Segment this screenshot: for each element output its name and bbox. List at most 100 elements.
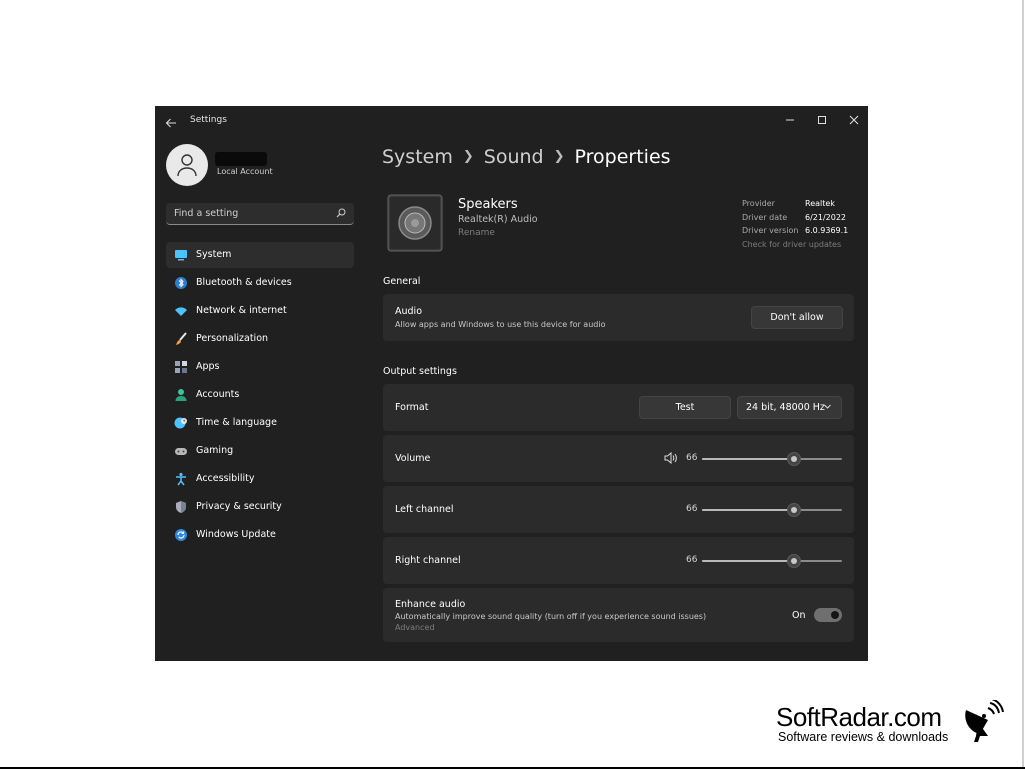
driver-date-label: Driver date xyxy=(742,213,788,222)
back-button[interactable] xyxy=(165,114,181,130)
person-icon xyxy=(175,389,187,401)
volume-label: Volume xyxy=(395,453,431,464)
back-arrow-icon xyxy=(165,118,176,128)
username-redacted xyxy=(215,152,267,166)
right-channel-label: Right channel xyxy=(395,555,461,566)
general-section-title: General xyxy=(383,276,421,287)
sidebar-item-label: Accounts xyxy=(196,389,240,400)
account-type: Local Account xyxy=(217,167,273,176)
bluetooth-icon xyxy=(175,277,187,289)
sidebar-item-network[interactable]: Network & internet xyxy=(166,298,354,324)
breadcrumb-sound[interactable]: Sound xyxy=(484,146,544,168)
sidebar-item-label: Bluetooth & devices xyxy=(196,277,292,288)
sidebar-item-label: Accessibility xyxy=(196,473,255,484)
sidebar-item-accounts[interactable]: Accounts xyxy=(166,382,354,408)
right-channel-slider-fill xyxy=(702,560,795,562)
toggle-knob xyxy=(831,611,839,619)
volume-slider[interactable] xyxy=(702,452,842,466)
sidebar-item-label: Gaming xyxy=(196,445,234,456)
person-icon xyxy=(177,154,197,177)
search-placeholder: Find a setting xyxy=(174,208,239,219)
minimize-button[interactable] xyxy=(776,110,804,130)
shield-icon xyxy=(176,501,186,513)
dont-allow-button[interactable]: Don't allow xyxy=(751,306,843,329)
speaker-icon xyxy=(387,194,443,252)
sidebar-item-system[interactable]: System xyxy=(166,242,354,268)
driver-date-value: 6/21/2022 xyxy=(805,213,847,222)
search-input[interactable]: Find a setting xyxy=(166,203,354,225)
brush-icon xyxy=(176,332,187,345)
globe-clock-icon xyxy=(174,417,187,429)
output-section-title: Output settings xyxy=(383,366,457,377)
format-selected-value: 24 bit, 48000 Hz xyxy=(746,402,825,413)
sidebar-item-apps[interactable]: Apps xyxy=(166,354,354,380)
chevron-right-icon: ❯ xyxy=(553,149,565,164)
provider-value: Realtek xyxy=(805,199,835,208)
breadcrumb: System ❯ Sound ❯ Properties xyxy=(382,146,671,168)
audio-description: Allow apps and Windows to use this devic… xyxy=(395,320,606,329)
settings-window: Settings Local Account Find a setting Sy… xyxy=(155,106,868,661)
enhance-audio-description: Automatically improve sound quality (tur… xyxy=(395,612,707,621)
format-card: Format Test 24 bit, 48000 Hz xyxy=(383,384,854,431)
right-channel-slider[interactable] xyxy=(702,554,842,568)
left-channel-slider-fill xyxy=(702,509,795,511)
audio-card: Audio Allow apps and Windows to use this… xyxy=(383,294,854,341)
format-select[interactable]: 24 bit, 48000 Hz xyxy=(737,396,842,419)
system-icon xyxy=(175,250,187,261)
update-icon xyxy=(175,529,187,541)
avatar[interactable] xyxy=(166,144,208,186)
sidebar-item-windows-update[interactable]: Windows Update xyxy=(166,522,354,548)
sidebar-item-personalization[interactable]: Personalization xyxy=(166,326,354,352)
sidebar-item-label: System xyxy=(196,249,232,260)
driver-version-value: 6.0.9369.1 xyxy=(805,226,849,235)
page-border-right xyxy=(1022,0,1024,769)
volume-slider-thumb[interactable] xyxy=(787,452,802,466)
sidebar-item-label: Personalization xyxy=(196,333,269,344)
title-bar: Settings xyxy=(155,106,868,138)
sidebar-item-privacy-security[interactable]: Privacy & security xyxy=(166,494,354,520)
advanced-link[interactable]: Advanced xyxy=(395,623,435,632)
toggle-state-label: On xyxy=(792,610,806,621)
volume-slider-fill xyxy=(702,458,795,460)
sidebar-item-label: Network & internet xyxy=(196,305,287,316)
app-title: Settings xyxy=(190,115,227,125)
satellite-dish-icon xyxy=(965,700,1004,742)
close-button[interactable] xyxy=(840,110,868,130)
sidebar-item-gaming[interactable]: Gaming xyxy=(166,438,354,464)
right-channel-slider-thumb[interactable] xyxy=(787,554,802,568)
apps-icon xyxy=(175,361,187,373)
enhance-audio-toggle[interactable] xyxy=(814,608,842,622)
sidebar-item-time-language[interactable]: Time & language xyxy=(166,410,354,436)
left-channel-card: Left channel 66 xyxy=(383,486,854,533)
right-channel-value: 66 xyxy=(686,555,698,565)
right-channel-card: Right channel 66 xyxy=(383,537,854,584)
device-name: Speakers xyxy=(458,197,518,212)
rename-link[interactable]: Rename xyxy=(458,228,495,238)
maximize-button[interactable] xyxy=(808,110,836,130)
sidebar-item-label: Privacy & security xyxy=(196,501,282,512)
enhance-audio-title: Enhance audio xyxy=(395,599,466,610)
driver-version-label: Driver version xyxy=(742,226,799,235)
volume-icon[interactable] xyxy=(664,452,678,464)
breadcrumb-system[interactable]: System xyxy=(382,146,453,168)
provider-label: Provider xyxy=(742,199,775,208)
check-driver-updates-link[interactable]: Check for driver updates xyxy=(742,240,841,249)
test-button[interactable]: Test xyxy=(639,396,731,419)
sidebar-item-accessibility[interactable]: Accessibility xyxy=(166,466,354,492)
chevron-right-icon: ❯ xyxy=(462,149,474,164)
sidebar-item-bluetooth[interactable]: Bluetooth & devices xyxy=(166,270,354,296)
audio-title: Audio xyxy=(395,306,423,317)
wifi-icon xyxy=(175,307,187,316)
page-title: Properties xyxy=(574,146,671,168)
sidebar-item-label: Apps xyxy=(196,361,220,372)
device-subtitle: Realtek(R) Audio xyxy=(458,214,538,225)
sidebar-item-label: Windows Update xyxy=(196,529,276,540)
chevron-down-icon xyxy=(824,404,831,409)
watermark-brand: SoftRadar.com xyxy=(776,702,942,732)
left-channel-slider[interactable] xyxy=(702,503,842,517)
left-channel-slider-thumb[interactable] xyxy=(787,503,802,517)
volume-card: Volume 66 xyxy=(383,435,854,482)
close-icon xyxy=(849,115,859,125)
gamepad-icon xyxy=(175,448,187,455)
volume-value: 66 xyxy=(686,453,698,463)
